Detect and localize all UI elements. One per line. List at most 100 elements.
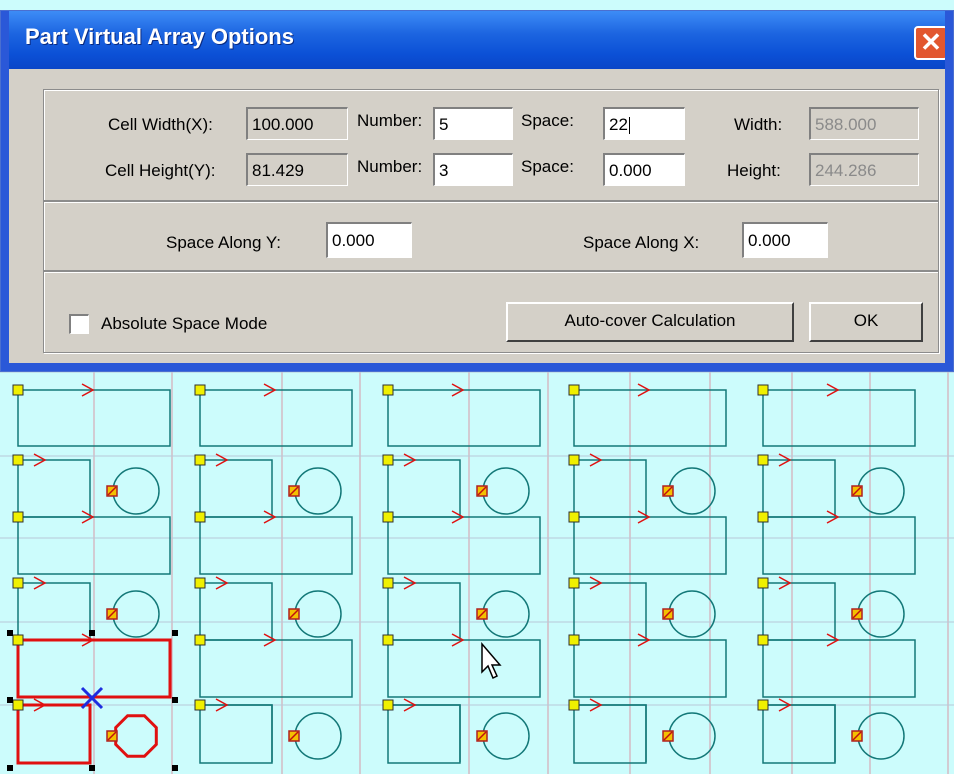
- start-point-marker: [568, 634, 580, 646]
- close-icon[interactable]: ✕: [914, 26, 948, 60]
- number-y-label: Number:: [357, 157, 423, 176]
- cell-width-label: Cell Width(X):: [108, 115, 213, 134]
- part-circle: [482, 590, 530, 638]
- selection-handle: [89, 630, 95, 636]
- start-point-marker: [568, 699, 580, 711]
- space-along-x-input[interactable]: 0.000: [742, 222, 828, 258]
- start-point-marker: [568, 384, 580, 396]
- part-small-rectangle: [573, 704, 647, 764]
- space-y-input[interactable]: 0.000: [603, 153, 685, 186]
- start-point-marker: [12, 454, 24, 466]
- width-label: Width:: [734, 115, 783, 134]
- part-l-shape: [573, 459, 647, 518]
- start-point-marker: [568, 577, 580, 589]
- part-virtual-array-dialog: Part Virtual Array Options ✕ Cell Width(…: [0, 10, 954, 372]
- part-l-shape: [387, 459, 461, 518]
- dialog-title-bar[interactable]: Part Virtual Array Options ✕: [1, 11, 953, 69]
- part-small-rectangle: [199, 704, 273, 764]
- start-point-marker: [12, 384, 24, 396]
- part-rectangle: [387, 639, 541, 698]
- part-circle: [294, 590, 342, 638]
- space-x-label: Space:: [521, 111, 574, 130]
- part-circle: [857, 590, 905, 638]
- start-point-marker: [12, 699, 24, 711]
- cell-height-label: Cell Height(Y):: [105, 161, 216, 180]
- absolute-space-mode-checkbox[interactable]: [69, 314, 89, 334]
- part-l-shape: [199, 459, 273, 518]
- start-point-marker: [757, 577, 769, 589]
- space-y-label: Space:: [521, 157, 574, 176]
- space-along-y-input[interactable]: 0.000: [326, 222, 412, 258]
- start-point-marker: [757, 454, 769, 466]
- space-x-input[interactable]: 22: [603, 107, 685, 140]
- part-l-shape: [199, 582, 273, 641]
- start-point-marker: [382, 634, 394, 646]
- number-y-input[interactable]: 3: [433, 153, 513, 186]
- part-l-shape: [763, 704, 836, 762]
- selection-handle: [7, 630, 13, 636]
- number-x-input[interactable]: 5: [433, 107, 513, 140]
- part-rectangle: [573, 639, 727, 698]
- start-point-marker: [757, 511, 769, 523]
- start-point-marker: [194, 384, 206, 396]
- part-l-shape: [17, 459, 91, 518]
- start-point-marker: [382, 511, 394, 523]
- height-field: 244.286: [809, 153, 919, 186]
- part-circle: [668, 467, 716, 515]
- part-circle: [668, 590, 716, 638]
- start-point-marker: [194, 699, 206, 711]
- auto-cover-calculation-button[interactable]: Auto-cover Calculation: [506, 302, 794, 342]
- height-label: Height:: [727, 161, 781, 180]
- part-rectangle: [199, 639, 353, 698]
- start-point-marker: [382, 454, 394, 466]
- part-small-rectangle: [762, 704, 836, 764]
- start-point-marker: [194, 634, 206, 646]
- part-rectangle: [762, 639, 916, 698]
- part-circle: [112, 467, 160, 515]
- part-octagon: [114, 714, 158, 758]
- space-x-value: 22: [609, 115, 628, 134]
- part-rectangle: [199, 389, 353, 447]
- start-point-marker: [194, 577, 206, 589]
- part-circle: [294, 467, 342, 515]
- part-rectangle: [573, 516, 727, 575]
- options-group: [43, 271, 939, 353]
- part-circle: [112, 590, 160, 638]
- part-rectangle: [387, 389, 541, 447]
- start-point-marker: [568, 511, 580, 523]
- selection-handle: [172, 630, 178, 636]
- cell-width-field: 100.000: [246, 107, 348, 140]
- start-point-marker: [12, 511, 24, 523]
- part-l-shape: [573, 582, 647, 641]
- part-small-rectangle: [16, 703, 92, 765]
- mouse-pointer-icon: [481, 642, 502, 680]
- part-circle: [668, 712, 716, 760]
- part-l-shape: [574, 704, 647, 762]
- start-point-marker: [12, 634, 24, 646]
- start-point-marker: [382, 699, 394, 711]
- part-rectangle: [387, 516, 541, 575]
- part-circle: [857, 467, 905, 515]
- space-along-y-label: Space Along Y:: [166, 233, 282, 252]
- start-point-marker: [757, 699, 769, 711]
- part-l-shape: [388, 704, 461, 762]
- part-l-shape: [387, 582, 461, 641]
- text-caret: [628, 117, 630, 135]
- part-rectangle: [762, 516, 916, 575]
- part-l-shape: [200, 704, 273, 762]
- part-l-shape: [18, 703, 92, 762]
- part-l-shape: [762, 459, 836, 518]
- start-point-marker: [757, 634, 769, 646]
- part-circle: [482, 712, 530, 760]
- part-circle: [857, 712, 905, 760]
- part-small-rectangle: [387, 704, 461, 764]
- part-l-shape: [17, 582, 91, 641]
- selection-handle: [7, 697, 13, 703]
- ok-button[interactable]: OK: [809, 302, 923, 342]
- selection-handle: [89, 765, 95, 771]
- start-point-marker: [12, 577, 24, 589]
- part-rectangle: [199, 516, 353, 575]
- number-x-label: Number:: [357, 111, 423, 130]
- selection-handle: [7, 765, 13, 771]
- start-point-marker: [194, 511, 206, 523]
